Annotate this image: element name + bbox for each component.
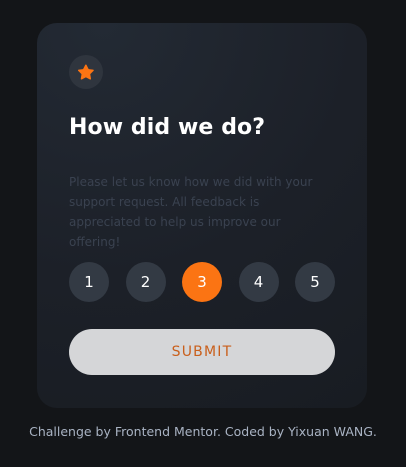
rating-button-5[interactable]: 5 [295,262,335,302]
submit-button[interactable]: SUBMIT [69,329,335,375]
star-badge [69,55,103,89]
rating-button-2[interactable]: 2 [125,262,166,302]
card-description: Please let us know how we did with your … [69,175,313,249]
rating-button-4[interactable]: 4 [238,262,279,302]
attribution-credit: Challenge by Frontend Mentor. Coded by Y… [29,424,377,439]
star-icon [78,64,94,80]
rating-options: 1 2 3 4 5 [69,262,335,302]
card-title: How did we do? [69,115,266,140]
rating-button-1[interactable]: 1 [69,262,109,302]
rating-card: How did we do? Please let us know how we… [37,23,367,408]
rating-button-3[interactable]: 3 [182,262,222,302]
